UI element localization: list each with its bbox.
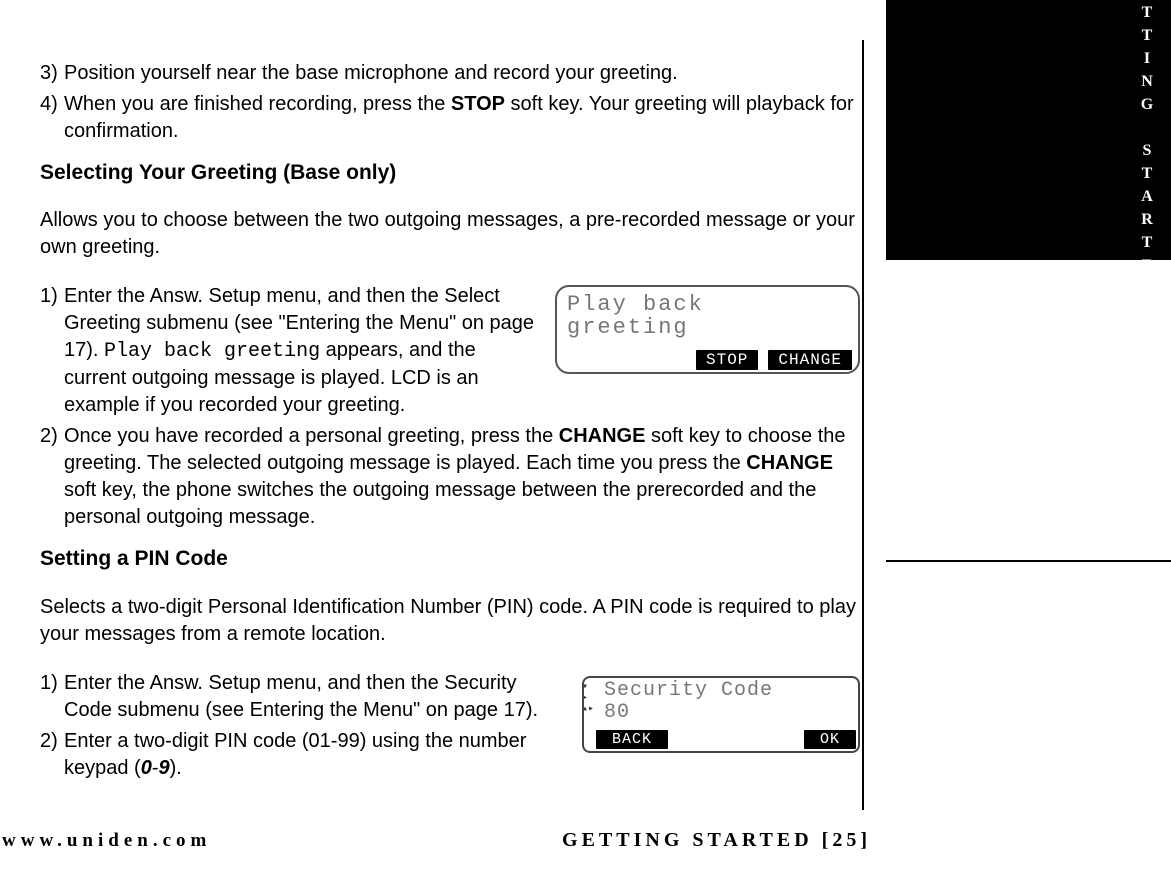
step-c2: 2) Enter a two-digit PIN code (01-99) us… xyxy=(40,728,568,782)
lcd-line: 80 xyxy=(590,702,854,724)
footer-section-page: GETTING STARTED [25] xyxy=(562,829,1171,852)
vertical-rule xyxy=(862,40,864,810)
step-3: 3) Position yourself near the base micro… xyxy=(40,60,860,87)
step-number: 4) xyxy=(40,91,64,145)
paragraph: Allows you to choose between the two out… xyxy=(40,207,860,261)
step-b2: 2) Once you have recorded a personal gre… xyxy=(40,423,860,531)
lcd-softkey-row: STOP CHANGE xyxy=(567,350,852,370)
lcd-line: Security Code xyxy=(590,680,854,702)
softkey-ok[interactable]: OK xyxy=(804,730,856,749)
side-tab-text: GETTING STARTED xyxy=(1138,0,1156,303)
step-number: 3) xyxy=(40,60,64,87)
step-b1: 1) Enter the Answ. Setup menu, and then … xyxy=(40,283,541,419)
footer-url: www.uniden.com xyxy=(0,830,211,852)
lcd-softkey-row: BACK OK xyxy=(596,730,856,749)
lcd-line: Play back xyxy=(567,293,848,316)
heading-pin-code: Setting a PIN Code xyxy=(40,545,860,573)
step-4: 4) When you are finished recording, pres… xyxy=(40,91,860,145)
lcd-security: ▾▸▴▸ Security Code 80 BACK OK xyxy=(582,676,860,753)
step-number: 1) xyxy=(40,283,64,419)
step-text: Position yourself near the base micropho… xyxy=(64,60,860,87)
heading-selecting-greeting: Selecting Your Greeting (Base only) xyxy=(40,159,860,187)
step-c1: 1) Enter the Answ. Setup menu, and then … xyxy=(40,670,568,724)
content-area: 3) Position yourself near the base micro… xyxy=(40,60,860,782)
step-text: Enter a two-digit PIN code (01-99) using… xyxy=(64,728,568,782)
softkey-back[interactable]: BACK xyxy=(596,730,668,749)
softkey-stop[interactable]: STOP xyxy=(696,350,758,370)
step-text: When you are finished recording, press t… xyxy=(64,91,860,145)
step-number: 2) xyxy=(40,728,64,782)
page-footer: www.uniden.com GETTING STARTED [25] xyxy=(0,829,1171,852)
side-horizontal-rule xyxy=(886,560,1171,562)
softkey-change[interactable]: CHANGE xyxy=(768,350,852,370)
step-text: Enter the Answ. Setup menu, and then the… xyxy=(64,670,568,724)
step-number: 1) xyxy=(40,670,64,724)
step-text: Once you have recorded a personal greeti… xyxy=(64,423,860,531)
side-tab: GETTING STARTED xyxy=(886,0,1171,260)
step-number: 2) xyxy=(40,423,64,531)
manual-page: GETTING STARTED 3) Position yourself nea… xyxy=(0,0,1171,872)
paragraph: Selects a two-digit Personal Identificat… xyxy=(40,594,860,648)
lcd-playback: Play back greeting STOP CHANGE xyxy=(555,285,860,373)
lcd-screen: Play back greeting STOP CHANGE xyxy=(555,285,860,373)
nav-arrows-icon: ▾▸▴▸ xyxy=(582,682,594,715)
lcd-line: greeting xyxy=(567,316,848,339)
lcd-screen: ▾▸▴▸ Security Code 80 BACK OK xyxy=(582,676,860,753)
step-text: Enter the Answ. Setup menu, and then the… xyxy=(64,283,541,419)
